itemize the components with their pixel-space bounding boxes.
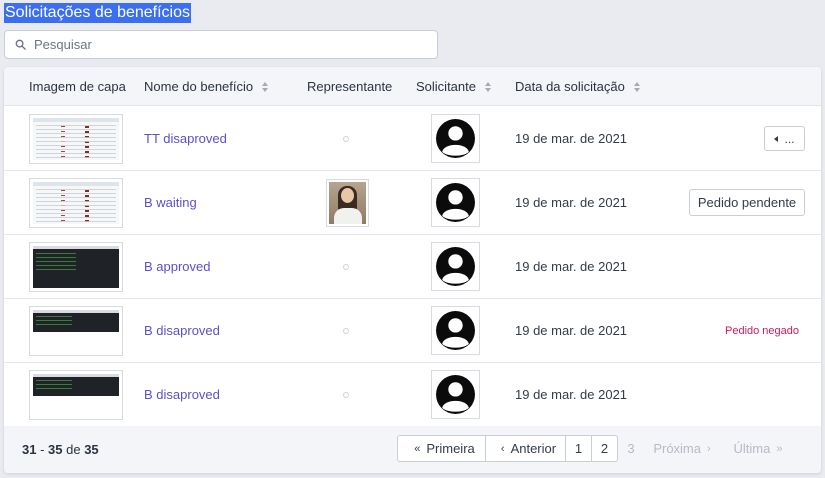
- range-end: 35: [48, 442, 63, 457]
- user-silhouette-icon: [436, 183, 475, 222]
- header-representative: Representante: [307, 67, 392, 106]
- range-of-label: de: [62, 442, 85, 457]
- range-total: 35: [84, 442, 99, 457]
- requester-avatar: [431, 178, 480, 227]
- search-icon: [15, 39, 26, 50]
- benefit-link[interactable]: TT disaproved: [144, 131, 227, 146]
- pagination-range: 31 - 35 de 35: [22, 426, 99, 473]
- table-footer: 31 - 35 de 35 « Primeira ‹ Anterior 1 2 3 …: [4, 426, 821, 473]
- table-row[interactable]: TT disaproved 19 de mar. de 2021 ...: [4, 107, 821, 171]
- caret-left-icon: [774, 135, 779, 142]
- header-cover-label: Imagem de capa: [29, 79, 126, 94]
- cover-image: [29, 241, 123, 292]
- user-silhouette-icon: [436, 311, 475, 350]
- table-row[interactable]: B disaproved 19 de mar. de 2021 Pedido n…: [4, 299, 821, 363]
- request-date: 19 de mar. de 2021: [515, 195, 628, 210]
- cover-image: [29, 177, 123, 228]
- more-actions-button[interactable]: ...: [764, 126, 805, 151]
- header-date-label: Data da solicitação: [515, 79, 625, 94]
- header-benefit[interactable]: Nome do benefício: [144, 67, 269, 106]
- table-row[interactable]: B disaproved 19 de mar. de 2021: [4, 363, 821, 427]
- table-header: Imagem de capa Nome do benefício Represe…: [4, 67, 821, 106]
- sort-icon[interactable]: [484, 81, 492, 92]
- double-chevron-left-icon: «: [414, 442, 421, 455]
- double-chevron-right-icon: »: [776, 442, 783, 455]
- header-requester[interactable]: Solicitante: [416, 67, 492, 106]
- benefit-link[interactable]: B disaproved: [144, 387, 220, 402]
- next-page-label: Próxima: [653, 441, 701, 456]
- cover-image: [29, 305, 123, 356]
- sort-icon[interactable]: [633, 81, 641, 92]
- requester-avatar: [431, 306, 480, 355]
- table-row[interactable]: B approved 19 de mar. de 2021: [4, 235, 821, 299]
- header-cover: Imagem de capa: [29, 67, 126, 106]
- first-page-button[interactable]: « Primeira: [397, 435, 486, 462]
- prev-page-button[interactable]: ‹ Anterior: [485, 435, 566, 462]
- requester-avatar: [431, 242, 480, 291]
- prev-page-label: Anterior: [510, 441, 557, 456]
- cover-image: [29, 369, 123, 420]
- no-representative-icon: [343, 135, 349, 142]
- requester-avatar: [431, 114, 480, 163]
- benefit-link[interactable]: B approved: [144, 259, 211, 274]
- request-date: 19 de mar. de 2021: [515, 131, 628, 146]
- table-row[interactable]: B waiting 19 de mar. de 2021 Pedido pend…: [4, 171, 821, 235]
- representative-photo: [326, 178, 369, 227]
- benefit-link[interactable]: B disaproved: [144, 323, 220, 338]
- no-representative-icon: [343, 263, 349, 270]
- user-silhouette-icon: [436, 247, 475, 286]
- request-date: 19 de mar. de 2021: [515, 323, 628, 338]
- chevron-right-icon: ›: [707, 442, 711, 455]
- page-title: Solicitações de benefícios: [4, 3, 191, 23]
- page-3-button: 3: [617, 435, 645, 462]
- request-date: 19 de mar. de 2021: [515, 259, 628, 274]
- request-date: 19 de mar. de 2021: [515, 387, 628, 402]
- chevron-left-icon: ‹: [500, 442, 505, 455]
- no-representative-icon: [343, 391, 349, 398]
- header-representative-label: Representante: [307, 79, 393, 94]
- header-benefit-label: Nome do benefício: [144, 79, 254, 94]
- range-start: 31: [22, 442, 37, 457]
- search-box[interactable]: [4, 30, 438, 59]
- first-page-label: Primeira: [426, 441, 475, 456]
- search-input[interactable]: [34, 37, 414, 52]
- requests-table-card: Imagem de capa Nome do benefício Represe…: [4, 67, 821, 473]
- last-page-label: Última: [733, 441, 771, 456]
- pagination: « Primeira ‹ Anterior 1 2 3 Próxima › Últim…: [397, 435, 797, 462]
- page-1-button[interactable]: 1: [565, 435, 592, 462]
- sort-icon[interactable]: [262, 81, 269, 92]
- benefit-link[interactable]: B waiting: [144, 195, 197, 210]
- page-2-button[interactable]: 2: [591, 435, 618, 462]
- pending-request-button[interactable]: Pedido pendente: [689, 189, 805, 216]
- denied-status: Pedido negado: [725, 324, 800, 337]
- range-separator: -: [36, 442, 49, 457]
- no-representative-icon: [343, 327, 349, 334]
- cover-image: [29, 113, 123, 164]
- user-silhouette-icon: [436, 119, 475, 158]
- requester-avatar: [431, 370, 480, 419]
- next-page-button: Próxima ›: [644, 435, 726, 462]
- header-date[interactable]: Data da solicitação: [515, 67, 641, 106]
- more-actions-label: ...: [784, 131, 795, 146]
- header-requester-label: Solicitante: [416, 79, 476, 94]
- last-page-button: Última »: [725, 435, 797, 462]
- user-silhouette-icon: [436, 375, 475, 414]
